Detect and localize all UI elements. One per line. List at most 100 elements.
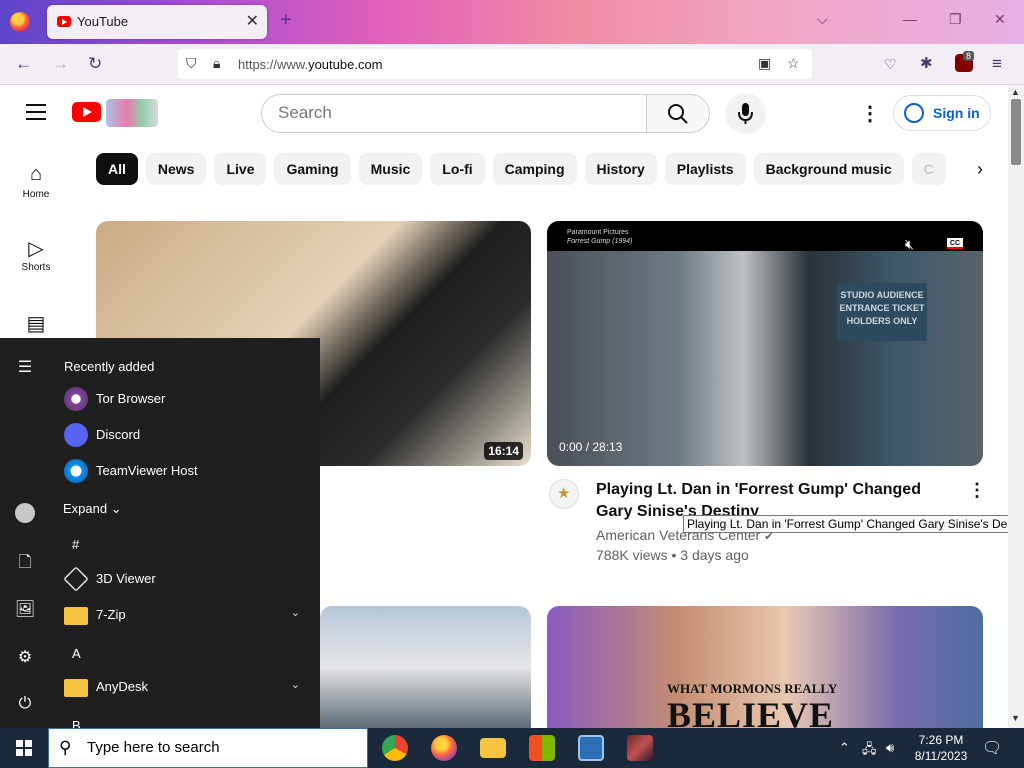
chip-music[interactable]: Music [358, 153, 423, 185]
lock-icon[interactable]: 🔒︎ [213, 55, 220, 72]
tray-chevron-up-icon[interactable]: ⌃ [839, 740, 850, 756]
start-app-teamviewer[interactable]: TeamViewer Host [64, 457, 304, 485]
microsoft-store-icon[interactable] [529, 735, 555, 761]
chip-gaming[interactable]: Gaming [274, 153, 351, 185]
chip-news[interactable]: News [145, 153, 207, 185]
volume-icon[interactable]: 🔊︎ [886, 740, 894, 756]
guide-item-home[interactable]: ⌂ Home [0, 163, 72, 200]
chip-playlists[interactable]: Playlists [664, 153, 746, 185]
extensions-puzzle-icon[interactable]: ✱ [920, 54, 933, 72]
filter-chips: All News Live Gaming Music Lo-fi Camping Histor… [96, 153, 976, 185]
reader-view-icon[interactable]: ▣ [758, 55, 771, 72]
app-label: Discord [96, 427, 141, 442]
app-label: TeamViewer Host [96, 463, 198, 478]
page-scrollbar[interactable]: ▲ ▼ [1008, 85, 1024, 728]
player-meta-line2: Forrest Gump (1994) [567, 238, 633, 245]
video-thumbnail-4[interactable]: WHAT MORMONS REALLY BELIEVE [547, 606, 983, 728]
search-icon: ⚲ [59, 738, 72, 757]
guide-item-shorts[interactable]: ▷ Shorts [0, 236, 72, 273]
start-app-tor-browser[interactable]: Tor Browser [64, 385, 304, 413]
app-icon[interactable] [627, 735, 653, 761]
scroll-thumb[interactable] [1011, 99, 1021, 165]
url-text[interactable]: https://www.youtube.com [238, 57, 383, 72]
taskbar-search-input[interactable] [87, 739, 357, 756]
reload-icon[interactable]: ↻ [88, 54, 102, 74]
scroll-up-arrow-icon[interactable]: ▲ [1011, 87, 1020, 97]
expand-button[interactable]: Expand ⌄ [63, 501, 122, 517]
guide-menu-icon[interactable] [26, 104, 46, 120]
notifications-icon[interactable]: 🗨︎ [982, 738, 1002, 758]
file-explorer-icon[interactable] [480, 738, 506, 758]
pocket-icon[interactable]: ♡ [884, 56, 897, 73]
close-window-icon[interactable]: ✕ [994, 11, 1006, 28]
forward-arrow-icon[interactable]: → [52, 54, 69, 74]
shield-icon[interactable]: ⛉ [186, 55, 197, 72]
video-duration: 16:14 [484, 442, 523, 460]
letter-group-b[interactable]: B [72, 718, 81, 728]
youtube-doodle-logo[interactable] [106, 99, 158, 127]
pictures-icon[interactable]: 🖼︎ [14, 599, 36, 619]
power-icon[interactable]: ⏻ [14, 695, 36, 713]
new-tab-plus-icon[interactable]: + [280, 9, 292, 32]
letter-group-a[interactable]: A [72, 646, 81, 661]
search-button[interactable] [646, 94, 710, 133]
app-menu-icon[interactable]: ≡ [992, 54, 1002, 74]
chip-live[interactable]: Live [214, 153, 267, 185]
expand-label: Expand [63, 501, 108, 516]
firefox-icon[interactable] [431, 735, 457, 761]
youtube-logo-icon[interactable] [72, 102, 101, 122]
user-account-icon[interactable] [15, 503, 35, 523]
firefox-logo-icon [10, 12, 30, 32]
home-icon: ⌂ [29, 163, 43, 185]
scroll-down-arrow-icon[interactable]: ▼ [1011, 713, 1020, 723]
taskbar-search-box[interactable]: ⚲ [48, 728, 368, 768]
documents-icon[interactable]: 🗋︎ [14, 551, 36, 578]
start-app-discord[interactable]: Discord [64, 421, 304, 449]
settings-more-icon[interactable]: ⋮ [860, 101, 880, 126]
chrome-icon[interactable] [382, 735, 408, 761]
guide-label-shorts: Shorts [21, 262, 51, 273]
settings-gear-icon[interactable]: ⚙ [14, 647, 36, 667]
sign-in-label: Sign in [933, 105, 980, 121]
minimize-icon[interactable]: — [903, 11, 917, 27]
start-app-anydesk[interactable]: AnyDesk ⌄ [64, 673, 304, 701]
start-app-7zip[interactable]: 7-Zip ⌄ [64, 601, 304, 629]
list-tabs-chevron-icon[interactable]: ⌵ [817, 11, 828, 28]
chip-all[interactable]: All [96, 153, 138, 185]
guide-item-subscriptions[interactable]: ▤ [0, 311, 72, 337]
video-more-actions-icon[interactable]: ⋮ [968, 480, 986, 501]
closed-captions-icon[interactable]: CC [947, 238, 963, 249]
letter-group-hash[interactable]: # [72, 537, 79, 552]
chip-lofi[interactable]: Lo-fi [430, 153, 485, 185]
chip-partial[interactable]: C [911, 153, 946, 185]
start-app-3d-viewer[interactable]: 3D Viewer [63, 565, 304, 593]
channel-avatar[interactable] [549, 479, 579, 509]
url-bar[interactable]: ⛉ 🔒︎ https://www.youtube.com ▣ ☆ [178, 49, 812, 79]
account-circle-icon [904, 103, 924, 123]
search-input[interactable] [278, 103, 628, 123]
start-button[interactable] [0, 728, 48, 768]
sign-in-button[interactable]: Sign in [893, 95, 991, 131]
chip-camping[interactable]: Camping [492, 153, 577, 185]
network-icon[interactable]: 🖧︎ [862, 740, 877, 762]
back-arrow-icon[interactable]: ← [15, 54, 32, 74]
remote-desktop-icon[interactable] [578, 735, 604, 761]
voice-search-button[interactable] [725, 93, 766, 134]
search-box[interactable] [261, 94, 647, 133]
chips-next-chevron-icon[interactable]: › [960, 153, 1000, 185]
clock[interactable]: 7:26 PM 8/11/2023 [912, 732, 970, 764]
scene-sign: STUDIO AUDIENCE ENTRANCE TICKET HOLDERS … [837, 283, 927, 341]
app-label: 7-Zip [96, 607, 126, 622]
browser-tab-youtube[interactable]: YouTube ✕ [47, 5, 267, 39]
bookmark-star-icon[interactable]: ☆ [787, 55, 800, 72]
start-menu-hamburger-icon[interactable]: ☰ [14, 357, 36, 377]
close-tab-icon[interactable]: ✕ [246, 11, 259, 31]
restore-icon[interactable]: ❐ [949, 11, 962, 28]
chip-history[interactable]: History [584, 153, 657, 185]
taskbar: ⚲ ⌃ 🖧︎ 🔊︎ 7:26 PM 8/11/2023 🗨︎ [0, 728, 1024, 768]
mute-icon[interactable]: 🔇︎ [905, 236, 914, 253]
video-player-preview[interactable]: Paramount Pictures Forrest Gump (1994) S… [547, 221, 983, 466]
search-icon [668, 104, 688, 124]
video-thumbnail-3[interactable] [320, 606, 531, 728]
chip-background-music[interactable]: Background music [753, 153, 904, 185]
